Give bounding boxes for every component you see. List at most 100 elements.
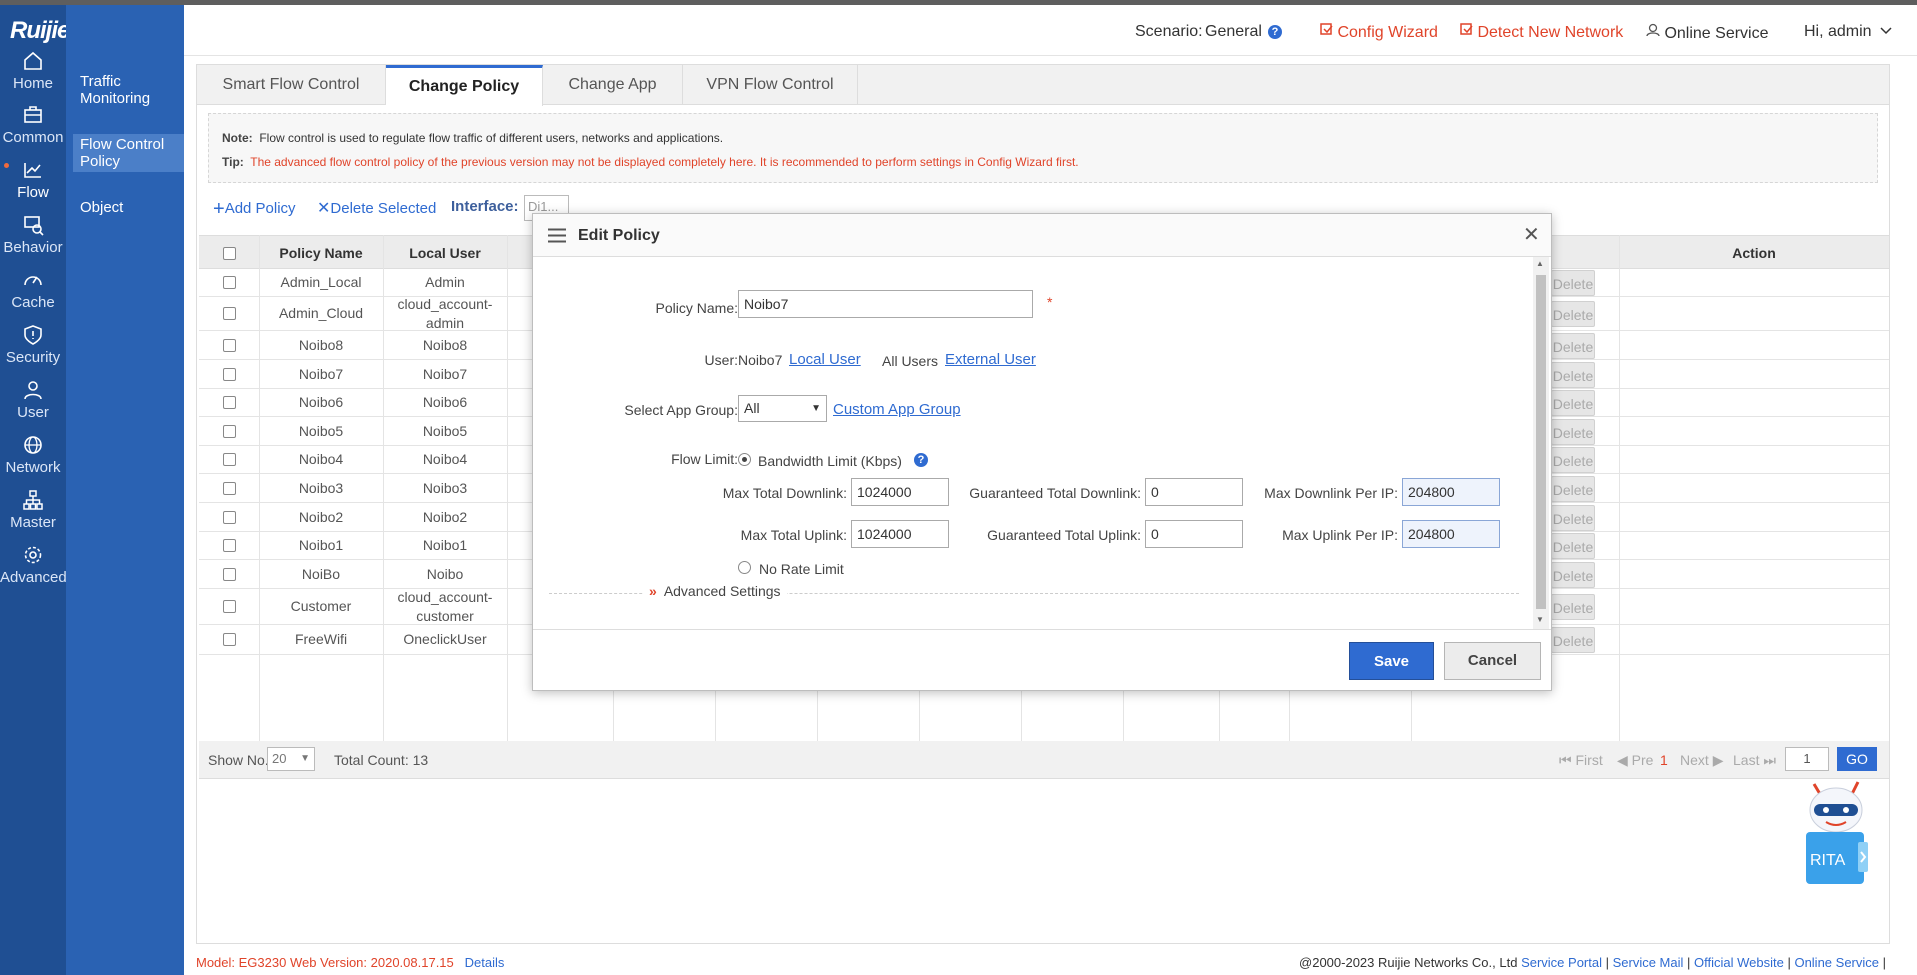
row-checkbox-cell[interactable] — [199, 446, 259, 473]
row-checkbox[interactable] — [222, 600, 236, 613]
close-icon[interactable]: ✕ — [1523, 225, 1540, 245]
rail-item-home[interactable]: Home — [0, 50, 66, 110]
bandwidth-limit-radio[interactable] — [738, 453, 751, 466]
row-checkbox-cell[interactable] — [199, 625, 259, 654]
row-checkbox-cell[interactable] — [199, 503, 259, 531]
scenario-help-icon[interactable]: ? — [1268, 23, 1282, 41]
tab-smart-flow-control[interactable]: Smart Flow Control — [197, 65, 386, 105]
page-number-input[interactable]: 1 — [1785, 747, 1829, 771]
rail-item-behavior[interactable]: Behavior — [0, 214, 66, 274]
tab-vpn-flow-control[interactable]: VPN Flow Control — [683, 65, 858, 105]
detect-new-network-link[interactable]: Detect New Network — [1460, 23, 1623, 42]
tab-change-policy[interactable]: Change Policy — [386, 65, 543, 106]
delete-button[interactable]: Delete — [1551, 270, 1595, 296]
advanced-settings-toggle[interactable]: » Advanced Settings — [643, 583, 787, 599]
scroll-down-icon[interactable]: ▼ — [1536, 615, 1544, 624]
delete-button[interactable]: Delete — [1551, 390, 1595, 416]
dialog-scrollbar[interactable]: ▲ ▼ — [1533, 257, 1549, 629]
delete-button[interactable]: Delete — [1551, 562, 1595, 588]
subnav-item-object[interactable]: Object — [73, 197, 184, 218]
row-checkbox[interactable] — [222, 424, 236, 438]
subnav-item-traffic-monitoring[interactable]: Traffic Monitoring — [73, 71, 184, 109]
config-wizard-link[interactable]: Config Wizard — [1320, 23, 1438, 42]
delete-button[interactable]: Delete — [1551, 333, 1595, 359]
scrollbar-thumb[interactable] — [1536, 275, 1546, 609]
no-rate-limit-radio[interactable] — [738, 561, 751, 574]
rail-item-security[interactable]: Security — [0, 324, 66, 384]
guaranteed-total-uplink-input[interactable] — [1145, 520, 1243, 548]
page-size-select[interactable]: 20 ▼ — [267, 747, 315, 771]
tab-change-app[interactable]: Change App — [543, 65, 683, 105]
service-mail-link[interactable]: Service Mail — [1613, 955, 1684, 970]
row-checkbox[interactable] — [222, 633, 236, 646]
local-user-link[interactable]: Local User — [789, 351, 861, 368]
bandwidth-help-icon[interactable]: ? — [914, 453, 928, 467]
row-checkbox-cell[interactable] — [199, 360, 259, 388]
policy-name-input[interactable] — [738, 290, 1033, 318]
row-checkbox[interactable] — [222, 510, 236, 524]
cancel-button[interactable]: Cancel — [1444, 642, 1541, 680]
online-service-footer-link[interactable]: Online Service — [1794, 955, 1879, 970]
external-user-link[interactable]: External User — [945, 351, 1036, 368]
row-checkbox[interactable] — [222, 338, 236, 352]
rail-item-network[interactable]: Network — [0, 434, 66, 494]
delete-button[interactable]: Delete — [1551, 362, 1595, 388]
add-policy-button[interactable]: +Add Policy — [213, 198, 296, 221]
scroll-up-icon[interactable]: ▲ — [1536, 259, 1544, 268]
next-page-button[interactable]: Next ▶ — [1680, 752, 1723, 769]
prev-page-button[interactable]: ◀ Pre — [1617, 752, 1653, 769]
row-checkbox-cell[interactable] — [199, 532, 259, 559]
delete-button[interactable]: Delete — [1551, 447, 1595, 473]
rail-item-user[interactable]: User — [0, 379, 66, 439]
row-checkbox[interactable] — [222, 567, 236, 581]
delete-button[interactable]: Delete — [1551, 301, 1595, 327]
go-button[interactable]: GO — [1837, 747, 1877, 771]
row-checkbox[interactable] — [222, 481, 236, 495]
select-all-checkbox[interactable] — [222, 247, 236, 260]
online-service-link[interactable]: Online Service — [1646, 23, 1769, 43]
max-total-downlink-input[interactable] — [851, 478, 949, 506]
guaranteed-total-downlink-input[interactable] — [1145, 478, 1243, 506]
row-checkbox[interactable] — [222, 453, 236, 466]
rail-item-cache[interactable]: Cache — [0, 269, 66, 329]
delete-button[interactable]: Delete — [1551, 594, 1595, 620]
user-menu[interactable]: Hi, admin — [1804, 23, 1892, 41]
official-website-link[interactable]: Official Website — [1694, 955, 1784, 970]
rail-item-common[interactable]: Common — [0, 104, 66, 164]
row-checkbox[interactable] — [222, 276, 236, 289]
delete-button[interactable]: Delete — [1551, 505, 1595, 531]
rail-item-master[interactable]: Master — [0, 489, 66, 549]
row-checkbox[interactable] — [222, 396, 236, 409]
max-total-uplink-input[interactable] — [851, 520, 949, 548]
row-checkbox-cell[interactable] — [199, 474, 259, 502]
row-checkbox[interactable] — [222, 307, 236, 320]
last-page-button[interactable]: Last ⏭ — [1733, 752, 1776, 769]
row-checkbox-cell[interactable] — [199, 389, 259, 416]
subnav-item-flow-control-policy[interactable]: Flow Control Policy — [73, 134, 184, 172]
rail-item-flow[interactable]: Flow — [0, 159, 66, 219]
max-downlink-per-ip-input[interactable] — [1402, 478, 1500, 506]
row-checkbox-cell[interactable] — [199, 417, 259, 445]
row-checkbox[interactable] — [222, 539, 236, 552]
first-page-button[interactable]: ⏮ First — [1559, 752, 1603, 769]
row-checkbox-cell[interactable] — [199, 560, 259, 588]
save-button[interactable]: Save — [1349, 642, 1434, 680]
delete-button[interactable]: Delete — [1551, 533, 1595, 559]
delete-button[interactable]: Delete — [1551, 627, 1595, 653]
row-checkbox-cell[interactable] — [199, 589, 259, 624]
select-all-checkbox-cell[interactable] — [199, 236, 259, 270]
delete-selected-button[interactable]: ✕Delete Selected — [317, 198, 436, 218]
details-link[interactable]: Details — [465, 955, 505, 970]
row-checkbox-cell[interactable] — [199, 269, 259, 296]
row-checkbox-cell[interactable] — [199, 331, 259, 359]
row-checkbox-cell[interactable] — [199, 297, 259, 330]
rita-assistant[interactable]: RITA — [1800, 780, 1872, 890]
delete-button[interactable]: Delete — [1551, 419, 1595, 445]
rail-item-advanced[interactable]: Advanced — [0, 544, 67, 604]
app-group-select[interactable]: All ▼ — [738, 395, 827, 422]
custom-app-group-link[interactable]: Custom App Group — [833, 401, 961, 418]
max-uplink-per-ip-input[interactable] — [1402, 520, 1500, 548]
delete-button[interactable]: Delete — [1551, 476, 1595, 502]
row-checkbox[interactable] — [222, 367, 236, 381]
service-portal-link[interactable]: Service Portal — [1521, 955, 1602, 970]
